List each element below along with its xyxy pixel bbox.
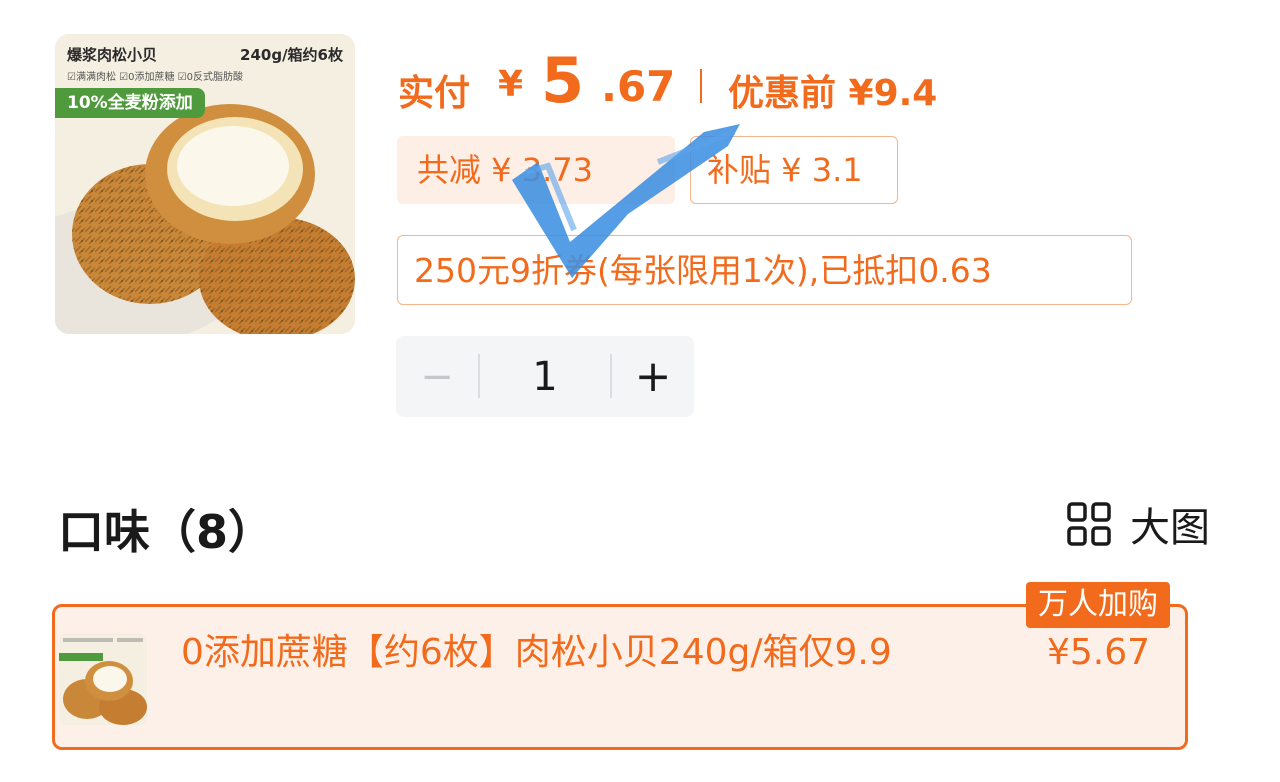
paid-price-int: 5 xyxy=(541,44,585,117)
flavor-section-title: 口味（8） xyxy=(58,505,275,559)
price-divider xyxy=(700,69,702,103)
option-thumbnail-photo xyxy=(59,633,147,725)
image-spec: 240g/箱约6枚 xyxy=(240,46,343,64)
coupon-chip[interactable]: 250元9折券(每张限用1次),已抵扣0.63 xyxy=(397,235,1132,305)
option-label: 0添加蔗糖【约6枚】肉松小贝240g/箱仅9.9 xyxy=(181,632,892,673)
original-price: 优惠前 ¥9.4 xyxy=(728,73,938,114)
popular-badge: 万人加购 xyxy=(1026,582,1170,628)
paid-label: 实付 xyxy=(398,73,471,114)
grid-icon xyxy=(1067,502,1111,546)
total-reduction-chip: 共减 ¥ 3.73 xyxy=(397,136,675,204)
decrease-button[interactable]: − xyxy=(396,336,478,417)
option-thumbnail xyxy=(59,633,147,725)
image-claims: ☑满满肉松 ☑0添加蔗糖 ☑0反式脂肪酸 xyxy=(67,72,243,83)
quantity-stepper: − 1 + xyxy=(396,336,694,417)
subsidy-chip: 补贴 ¥ 3.1 xyxy=(690,136,898,204)
quantity-value[interactable]: 1 xyxy=(480,336,610,417)
image-banner: 10%全麦粉添加 xyxy=(55,88,205,118)
paid-price-decimal: .67 xyxy=(601,62,676,111)
product-image[interactable]: 爆浆肉松小贝 240g/箱约6枚 ☑满满肉松 ☑0添加蔗糖 ☑0反式脂肪酸 10… xyxy=(55,34,355,334)
large-view-toggle[interactable]: 大图 xyxy=(1066,496,1226,552)
increase-button[interactable]: + xyxy=(612,336,694,417)
paid-currency: ¥ xyxy=(498,64,524,105)
image-title: 爆浆肉松小贝 xyxy=(67,46,158,64)
option-price: ¥5.67 xyxy=(1047,632,1151,673)
large-view-label: 大图 xyxy=(1130,505,1210,551)
flavor-option-selected[interactable]: 0添加蔗糖【约6枚】肉松小贝240g/箱仅9.9 ¥5.67 xyxy=(52,604,1188,750)
